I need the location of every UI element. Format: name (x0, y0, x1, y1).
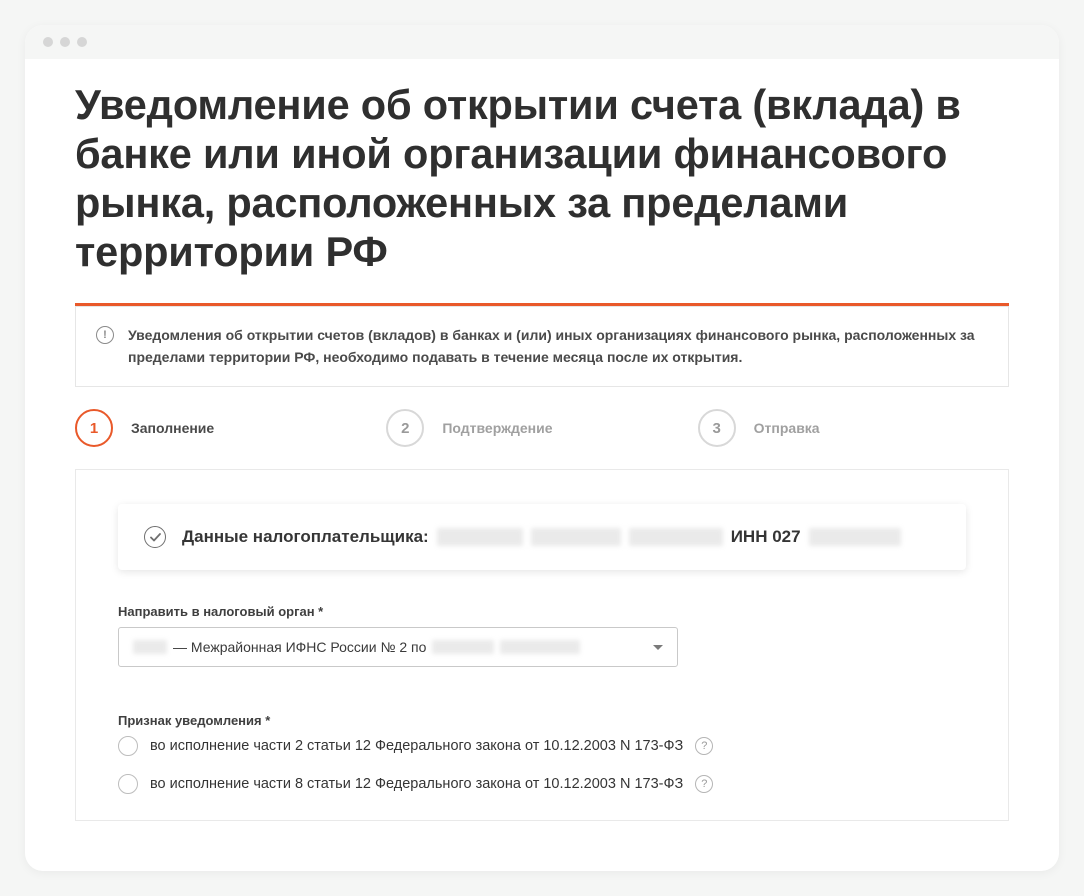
notification-option-2[interactable]: во исполнение части 8 статьи 12 Федераль… (118, 774, 966, 794)
chevron-down-icon (653, 645, 663, 650)
page-content: Уведомление об открытии счета (вклада) в… (25, 59, 1059, 821)
fade-overlay (25, 821, 1059, 871)
step-1[interactable]: 1 Заполнение (75, 409, 386, 447)
redacted-region-2 (500, 640, 580, 654)
tax-authority-text: — Межрайонная ИФНС России № 2 по (173, 639, 426, 655)
step-3-number: 3 (698, 409, 736, 447)
step-3[interactable]: 3 Отправка (698, 409, 1009, 447)
stepper: 1 Заполнение 2 Подтверждение 3 Отправка (75, 387, 1009, 469)
window-dot-yellow[interactable] (60, 37, 70, 47)
tax-authority-select[interactable]: — Межрайонная ИФНС России № 2 по (118, 627, 678, 667)
radio-1-label: во исполнение части 2 статьи 12 Федераль… (150, 738, 683, 754)
taxpayer-summary-text: Данные налогоплательщика: ИНН 027 (182, 527, 901, 547)
info-banner: ! Уведомления об открытии счетов (вкладо… (75, 306, 1009, 387)
redacted-name-2 (531, 528, 621, 546)
step-3-label: Отправка (754, 420, 820, 436)
page-title: Уведомление об открытии счета (вклада) в… (75, 81, 1009, 277)
help-icon[interactable]: ? (695, 737, 713, 755)
radio-2[interactable] (118, 774, 138, 794)
browser-window: Уведомление об открытии счета (вклада) в… (25, 25, 1059, 871)
redacted-inn-tail (809, 528, 901, 546)
info-text: Уведомления об открытии счетов (вкладов)… (128, 325, 978, 368)
radio-2-label: во исполнение части 8 статьи 12 Федераль… (150, 776, 683, 792)
step-2-number: 2 (386, 409, 424, 447)
radio-1[interactable] (118, 736, 138, 756)
taxpayer-label: Данные налогоплательщика: (182, 527, 429, 547)
redacted-code (133, 640, 167, 654)
browser-chrome (25, 25, 1059, 59)
window-dot-green[interactable] (77, 37, 87, 47)
step-1-label: Заполнение (131, 420, 214, 436)
notification-type-label: Признак уведомления * (118, 713, 966, 728)
redacted-name-1 (437, 528, 523, 546)
notification-option-1[interactable]: во исполнение части 2 статьи 12 Федераль… (118, 736, 966, 756)
info-icon: ! (96, 326, 114, 344)
redacted-name-3 (629, 528, 723, 546)
help-icon[interactable]: ? (695, 775, 713, 793)
step-2[interactable]: 2 Подтверждение (386, 409, 697, 447)
inn-prefix: ИНН 027 (731, 527, 801, 547)
tax-authority-label: Направить в налоговый орган * (118, 604, 966, 619)
redacted-region-1 (432, 640, 494, 654)
tax-authority-value: — Межрайонная ИФНС России № 2 по (133, 639, 580, 655)
step-1-number: 1 (75, 409, 113, 447)
taxpayer-summary[interactable]: Данные налогоплательщика: ИНН 027 (118, 504, 966, 570)
check-icon (144, 526, 166, 548)
window-dot-red[interactable] (43, 37, 53, 47)
step-2-label: Подтверждение (442, 420, 552, 436)
form-panel: Данные налогоплательщика: ИНН 027 Направ… (75, 469, 1009, 821)
